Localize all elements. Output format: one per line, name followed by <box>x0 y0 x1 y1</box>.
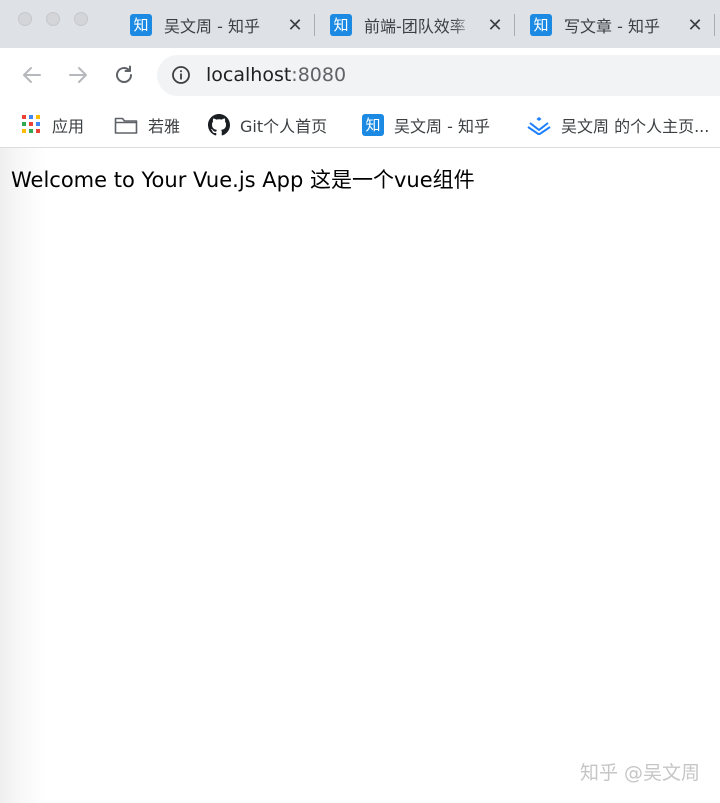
vue-component-text: Welcome to Your Vue.js App 这是一个vue组件 <box>11 168 475 192</box>
close-icon[interactable]: ✕ <box>686 15 704 36</box>
bookmark-label: 应用 <box>52 117 85 136</box>
tab-title: 写文章 - 知乎 <box>564 17 660 36</box>
close-icon[interactable]: ✕ <box>286 15 304 36</box>
window-minimize-button[interactable] <box>46 12 60 26</box>
bookmark-label: 若雅 <box>148 117 181 136</box>
juejin-icon <box>527 117 551 135</box>
url-host: localhost <box>206 64 292 86</box>
tab-write-article[interactable]: 知 写文章 - 知乎 ✕ <box>516 8 720 42</box>
bookmark-folder-ruoya[interactable]: 若雅 <box>114 103 180 147</box>
bookmark-label: Git个人首页 <box>240 117 328 136</box>
tab-separator <box>514 14 515 36</box>
tab-title: 前端-团队效率 <box>364 17 466 36</box>
tab-separator <box>714 14 715 36</box>
bookmark-juejin[interactable]: 吴文周 的个人主页... <box>527 103 720 147</box>
tab-strip: 知 吴文周 - 知乎 ✕ 知 前端-团队效率 ✕ 知 写文章 - 知乎 ✕ <box>0 0 720 48</box>
arrow-left-icon <box>23 67 41 83</box>
bookmark-zhihu[interactable]: 知 吴文周 - 知乎 <box>362 103 490 147</box>
zhihu-icon: 知 <box>130 14 152 36</box>
bookmark-github[interactable]: Git个人首页 <box>208 103 327 147</box>
window-close-button[interactable] <box>18 12 32 26</box>
github-icon <box>208 114 230 136</box>
zhihu-icon: 知 <box>530 14 552 36</box>
bookmark-label: 吴文周 的个人主页... <box>561 117 710 136</box>
page-shadow <box>0 148 46 803</box>
address-bar[interactable]: localhost:8080 <box>157 55 720 96</box>
folder-icon <box>114 117 138 134</box>
back-button[interactable] <box>19 62 45 88</box>
window-zoom-button[interactable] <box>74 12 88 26</box>
tab-title: 吴文周 - 知乎 <box>164 17 260 36</box>
tab-zhihu-profile[interactable]: 知 吴文周 - 知乎 ✕ <box>116 8 314 42</box>
browser-toolbar: localhost:8080 <box>0 48 720 103</box>
url-port: :8080 <box>291 64 347 86</box>
reload-button[interactable] <box>111 62 137 88</box>
reload-icon <box>116 65 132 83</box>
zhihu-icon: 知 <box>330 14 352 36</box>
browser-window: 知 吴文周 - 知乎 ✕ 知 前端-团队效率 ✕ 知 写文章 - 知乎 ✕ lo… <box>0 0 720 803</box>
close-icon[interactable]: ✕ <box>486 15 504 36</box>
url-text[interactable]: localhost:8080 <box>206 64 346 86</box>
tab-frontend-team[interactable]: 知 前端-团队效率 ✕ <box>316 8 514 42</box>
bookmark-apps[interactable]: 应用 <box>22 103 84 147</box>
watermark: 知乎 @吴文周 <box>579 762 700 784</box>
bookmarks-bar: 应用 若雅 Git个人首页 知 吴文周 - 知乎 吴文周 的个人主页... <box>0 103 720 148</box>
arrow-right-icon <box>69 67 87 83</box>
zhihu-icon: 知 <box>362 114 384 136</box>
bookmark-label: 吴文周 - 知乎 <box>394 117 490 136</box>
info-icon[interactable] <box>171 65 191 85</box>
forward-button[interactable] <box>65 62 91 88</box>
apps-grid-icon <box>22 115 42 135</box>
tab-separator <box>314 14 315 36</box>
page-content: Welcome to Your Vue.js App 这是一个vue组件 知乎 … <box>0 148 720 803</box>
